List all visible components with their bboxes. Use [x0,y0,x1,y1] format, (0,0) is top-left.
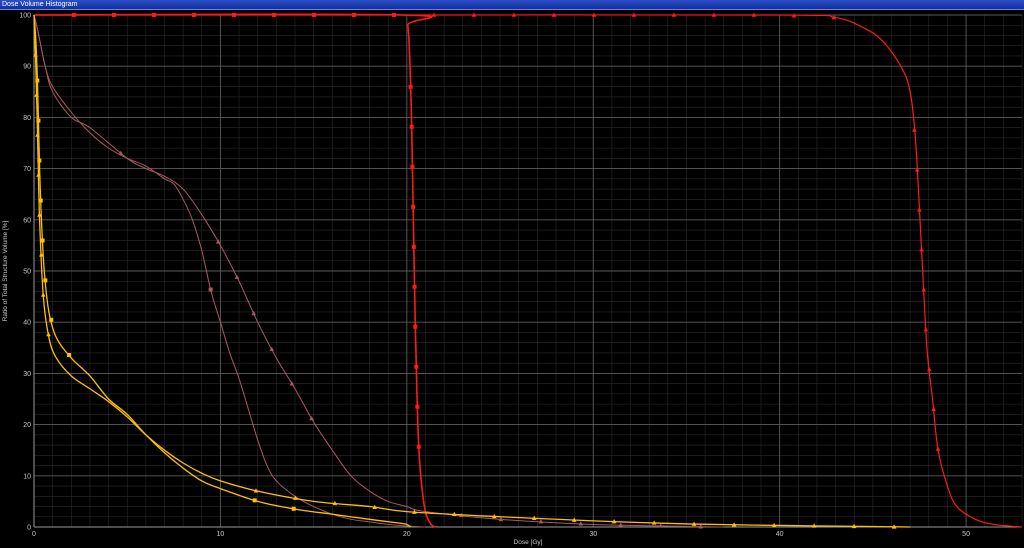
y-tick-label: 0 [27,525,31,532]
square-marker [152,13,156,17]
square-marker [416,444,421,449]
square-marker [414,364,419,369]
square-marker [36,118,41,123]
y-axis-label: Ratio of Total Structure Volume [%] [2,220,9,321]
dvh-window: Dose Volume Histogram 0 10 20 30 40 50 60 70 80 9… [0,0,1024,548]
y-tick-label: 20 [23,422,31,429]
square-marker [35,78,40,83]
square-marker [232,13,236,17]
y-tick-label: 100 [19,13,31,20]
y-tick-label: 50 [23,269,31,276]
dvh-chart[interactable]: 0 10 20 30 40 50 60 70 80 90 100 10 20 30 40 50 0 Dose [… [0,10,1024,548]
title-bar[interactable]: Dose Volume Histogram [0,0,1024,10]
square-marker [291,506,296,511]
square-marker [192,13,196,17]
y-tick-label: 80 [23,115,31,122]
x-tick-label: 0 [32,531,36,538]
square-marker [43,278,48,283]
y-tick-label: 10 [23,473,31,480]
chart-background [0,10,1024,548]
square-marker [409,124,414,129]
square-marker [312,13,316,17]
square-marker [412,284,417,289]
square-marker [413,324,418,329]
square-marker [49,317,54,322]
y-tick-label: 40 [23,320,31,327]
square-marker [208,287,213,292]
square-marker [37,158,42,163]
square-marker [252,498,257,503]
square-marker [40,238,45,243]
x-tick-label: 10 [217,531,225,538]
window-title: Dose Volume Histogram [2,1,78,8]
x-tick-label: 50 [962,531,970,538]
square-marker [72,13,76,17]
x-tick-label: 20 [403,531,411,538]
square-marker [408,84,413,89]
y-tick-label: 60 [23,217,31,224]
x-tick-label: 40 [776,531,784,538]
square-marker [352,13,356,17]
x-axis-label: Dose [Gy] [514,539,543,546]
square-marker [415,404,420,409]
square-marker [411,204,416,209]
y-tick-label: 70 [23,166,31,173]
square-marker [410,164,415,169]
square-marker [67,352,72,357]
square-marker [392,13,396,17]
y-tick-label: 30 [23,371,31,378]
y-tick-label: 90 [23,64,31,71]
x-tick-label: 30 [589,531,597,538]
square-marker [38,198,43,203]
square-marker [272,13,276,17]
square-marker [411,244,416,249]
square-marker [112,13,116,17]
